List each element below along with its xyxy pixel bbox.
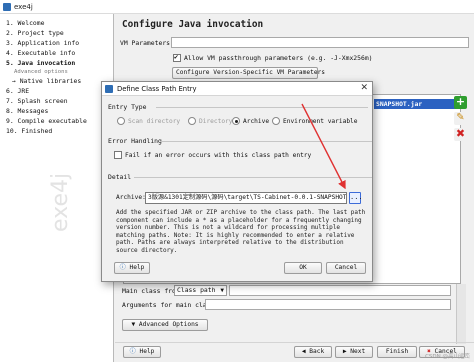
sidebar-item-project-type[interactable]: 2. Project type bbox=[6, 29, 64, 37]
scan-directory-radio[interactable] bbox=[117, 117, 125, 125]
advanced-options-label: Advanced Options bbox=[138, 321, 199, 328]
main-class-from-label: Main class from bbox=[122, 287, 180, 295]
archive-help-text: Add the specified JAR or ZIP archive to … bbox=[116, 209, 366, 254]
window-titlebar: exe4j bbox=[0, 0, 474, 14]
next-button[interactable]: ▶ Next bbox=[335, 346, 373, 358]
help-button[interactable]: ⓘ Help bbox=[123, 346, 161, 358]
help-icon: ⓘ bbox=[119, 264, 126, 271]
sidebar-item-executable-info[interactable]: 4. Executable info bbox=[6, 49, 75, 57]
sidebar-item-advanced-options: Advanced options bbox=[14, 69, 68, 75]
detail-divider bbox=[134, 177, 372, 178]
page-title: Configure Java invocation bbox=[122, 19, 264, 30]
fail-on-error-checkbox[interactable] bbox=[114, 151, 122, 159]
back-arrow-icon: ◀ bbox=[301, 348, 306, 355]
sidebar-item-finished[interactable]: 10. Finished bbox=[6, 127, 52, 135]
vm-passthrough-checkbox[interactable] bbox=[173, 53, 181, 62]
entry-type-divider bbox=[156, 107, 368, 108]
remove-entry-icon[interactable]: ✖ bbox=[454, 128, 467, 141]
app-icon bbox=[105, 85, 113, 93]
define-class-path-entry-dialog: Define Class Path Entry ✕ Entry Type Sca… bbox=[101, 81, 373, 282]
exe4j-watermark: exe4j bbox=[48, 172, 73, 232]
finish-button[interactable]: Finish bbox=[377, 346, 417, 358]
sidebar-item-splash-screen[interactable]: 7. Splash screen bbox=[6, 97, 68, 105]
window-title: exe4j bbox=[14, 3, 33, 11]
detail-label: Detail bbox=[108, 173, 132, 181]
csdn-credit: CSDN @高山远峦 bbox=[425, 354, 470, 360]
back-button-label: Back bbox=[309, 348, 325, 355]
error-handling-divider bbox=[160, 141, 372, 142]
main-class-input[interactable] bbox=[229, 285, 451, 296]
chevron-down-icon: ▼ bbox=[220, 287, 224, 294]
arguments-label: Arguments for main class: bbox=[122, 301, 219, 309]
next-button-label: Next bbox=[350, 348, 366, 355]
help-button-label: Help bbox=[139, 348, 155, 355]
main-class-from-select[interactable]: Class path ▼ bbox=[174, 285, 227, 296]
app-icon bbox=[3, 3, 11, 11]
back-button[interactable]: ◀ Back bbox=[294, 346, 332, 358]
sidebar-item-jre[interactable]: 6. JRE bbox=[6, 87, 29, 95]
dialog-help-button-label: Help bbox=[129, 264, 145, 271]
sidebar-item-java-invocation[interactable]: 5. Java invocation bbox=[6, 59, 75, 67]
advanced-options-button[interactable]: ▼ Advanced Options bbox=[122, 319, 208, 331]
help-icon: ⓘ bbox=[129, 348, 136, 355]
sidebar-item-welcome[interactable]: 1. Welcome bbox=[6, 19, 44, 27]
sidebar-item-compile-executable[interactable]: 9. Compile executable bbox=[6, 117, 87, 125]
archive-field-label: Archive: bbox=[116, 194, 146, 201]
dialog-ok-button[interactable]: OK bbox=[284, 262, 322, 274]
environment-variable-label: Environment variable bbox=[283, 118, 358, 125]
wizard-button-bar: ⓘ Help ◀ Back ▶ Next Finish ✖ Cancel bbox=[115, 342, 474, 362]
fail-on-error-label: Fail if an error occurs with this class … bbox=[125, 152, 312, 159]
arguments-input[interactable] bbox=[205, 299, 451, 310]
wizard-sidebar: 1. Welcome 2. Project type 3. Applicatio… bbox=[0, 14, 114, 362]
add-entry-icon[interactable]: + bbox=[454, 96, 467, 109]
environment-variable-radio[interactable] bbox=[272, 117, 280, 125]
vm-passthrough-label: Allow VM passthrough parameters (e.g. -J… bbox=[184, 54, 373, 62]
main-class-from-value: Class path bbox=[177, 286, 216, 294]
chevron-down-icon: ▼ bbox=[131, 321, 136, 328]
vm-parameters-input[interactable] bbox=[171, 37, 469, 48]
edit-entry-icon[interactable]: ✎ bbox=[454, 112, 467, 125]
dialog-titlebar: Define Class Path Entry ✕ bbox=[102, 82, 372, 96]
close-icon[interactable]: ✕ bbox=[360, 83, 368, 93]
archive-radio-label: Archive bbox=[243, 118, 270, 125]
sidebar-item-native-libraries[interactable]: → Native libraries bbox=[12, 77, 81, 85]
dialog-cancel-button[interactable]: Cancel bbox=[326, 262, 366, 274]
archive-radio[interactable] bbox=[232, 117, 240, 125]
archive-path-input[interactable]: 3版源&1301定制源码\源码\target\TS-Cabinet-0.0.1-… bbox=[145, 192, 347, 204]
entry-type-label: Entry Type bbox=[108, 103, 147, 111]
arrow-line bbox=[301, 103, 346, 190]
dialog-help-button[interactable]: ⓘ Help bbox=[114, 262, 150, 274]
directory-radio[interactable] bbox=[188, 117, 196, 125]
directory-label: Directory bbox=[199, 118, 233, 125]
error-handling-label: Error Handling bbox=[108, 137, 162, 145]
scan-directory-label: Scan directory bbox=[128, 118, 181, 125]
dialog-title: Define Class Path Entry bbox=[117, 85, 197, 93]
configure-vm-parameters-button[interactable]: Configure Version-Specific VM Parameters bbox=[172, 67, 325, 79]
browse-button[interactable]: ... bbox=[349, 192, 363, 204]
vm-parameters-label: VM Parameters: bbox=[120, 39, 174, 47]
list-scrollbar[interactable] bbox=[456, 284, 466, 344]
selected-class-path-entry[interactable]: SNAPSHOT.jar bbox=[374, 99, 462, 109]
sidebar-item-messages[interactable]: 8. Messages bbox=[6, 107, 48, 115]
next-arrow-icon: ▶ bbox=[342, 348, 347, 355]
sidebar-item-application-info[interactable]: 3. Application info bbox=[6, 39, 79, 47]
